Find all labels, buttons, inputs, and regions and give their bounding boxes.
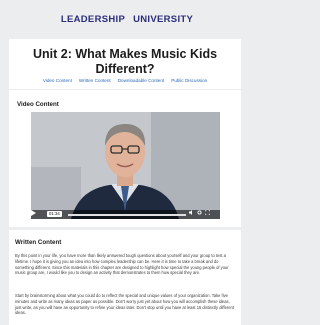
written-paragraph-2: Start by brainstorming about what you co… bbox=[15, 293, 234, 316]
fullscreen-icon[interactable] bbox=[205, 210, 210, 215]
video-frame bbox=[31, 112, 220, 219]
play-icon[interactable] bbox=[31, 210, 36, 216]
written-paragraph-1: By this point in your life, you have mor… bbox=[15, 253, 229, 276]
logo-right-text: UNIVERSITY bbox=[133, 14, 194, 25]
page-title: Unit 2: What Makes Music Kids Different? bbox=[32, 47, 218, 76]
logo-left-text: LEADERSHIP bbox=[60, 14, 126, 25]
section-tabs: Video Content Written Content Downloadab… bbox=[0, 78, 250, 83]
video-progress-bar[interactable] bbox=[68, 214, 186, 216]
video-section-title: Video Content bbox=[17, 101, 59, 108]
tab-video-content[interactable]: Video Content bbox=[43, 78, 72, 83]
video-player[interactable]: 01:34 bbox=[31, 112, 220, 219]
video-controls: 01:34 bbox=[31, 210, 220, 219]
volume-icon[interactable] bbox=[189, 210, 194, 215]
tab-downloadable-content[interactable]: Downloadable Content bbox=[118, 78, 164, 83]
written-section-title: Written Content bbox=[15, 239, 62, 246]
tab-written-content[interactable]: Written Content bbox=[79, 78, 111, 83]
leadership-university-logo[interactable]: LEADERSHIP UNIVERSITY bbox=[60, 14, 194, 25]
settings-icon[interactable] bbox=[197, 210, 202, 215]
video-time: 01:34 bbox=[47, 211, 62, 218]
top-bar: LEADERSHIP UNIVERSITY bbox=[0, 0, 250, 36]
tab-public-discussion[interactable]: Public Discussion bbox=[171, 78, 207, 83]
